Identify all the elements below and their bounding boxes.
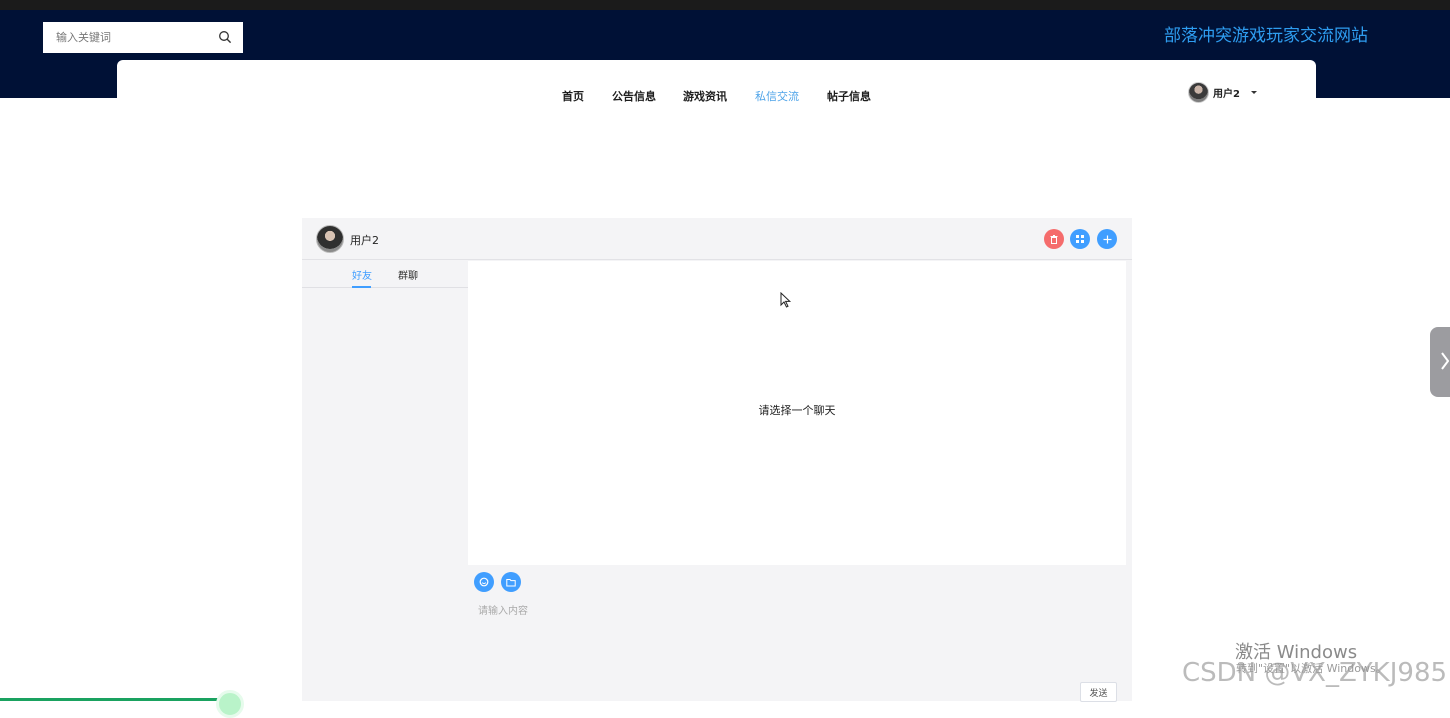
- menu-grid-button[interactable]: [1070, 229, 1090, 249]
- search-input[interactable]: [56, 31, 216, 44]
- emoji-button[interactable]: [474, 572, 494, 592]
- message-input[interactable]: [478, 602, 1078, 662]
- search-box: [43, 22, 243, 53]
- tab-group-chat[interactable]: 群聊: [398, 267, 418, 282]
- nav-item-private-messages[interactable]: 私信交流: [755, 88, 799, 104]
- avatar[interactable]: [316, 225, 344, 253]
- side-drawer-handle[interactable]: [1430, 327, 1450, 397]
- plus-icon: [1103, 235, 1111, 243]
- delete-button[interactable]: [1044, 229, 1064, 249]
- user-menu[interactable]: 用户2: [1188, 82, 1257, 103]
- user-menu-name: 用户2: [1213, 89, 1240, 100]
- csdn-watermark: CSDN @VX_ZYKJ985: [1182, 658, 1448, 688]
- add-button[interactable]: [1097, 229, 1117, 249]
- floating-widget[interactable]: [216, 690, 244, 718]
- nav-item-home[interactable]: 首页: [562, 88, 584, 104]
- tab-friends[interactable]: 好友: [352, 267, 372, 282]
- nav-card: 首页 公告信息 游戏资讯 私信交流 帖子信息 用户2: [117, 60, 1316, 110]
- nav-item-posts[interactable]: 帖子信息: [827, 88, 871, 104]
- folder-icon: [506, 578, 516, 586]
- chat-tabs: 好友 群聊: [302, 261, 468, 288]
- chat-current-user: 用户2: [350, 234, 379, 247]
- chevron-down-icon: [1250, 91, 1257, 94]
- site-title: 部落冲突游戏玩家交流网站: [1164, 26, 1368, 46]
- nav-item-game-news[interactable]: 游戏资讯: [683, 88, 727, 104]
- delete-icon: [1050, 234, 1058, 244]
- send-button[interactable]: 发送: [1080, 682, 1117, 702]
- message-area: 请选择一个聊天: [468, 261, 1126, 565]
- search-icon[interactable]: [218, 30, 232, 44]
- empty-chat-hint: 请选择一个聊天: [758, 404, 836, 417]
- cursor-icon: [780, 292, 792, 308]
- nav-item-announcements[interactable]: 公告信息: [612, 88, 656, 104]
- chevron-right-icon: [1441, 352, 1449, 370]
- file-button[interactable]: [501, 572, 521, 592]
- avatar: [1188, 82, 1209, 103]
- window-top-strip: [0, 0, 1450, 10]
- chat-sidebar: 好友 群聊: [302, 261, 468, 701]
- chat-header: 用户2: [302, 218, 1132, 260]
- chat-panel: 用户2 好友 群聊 请选择一个聊天 发送: [302, 218, 1132, 702]
- active-tab-indicator: [352, 286, 371, 288]
- emoji-icon: [479, 577, 489, 587]
- grid-icon: [1076, 235, 1084, 243]
